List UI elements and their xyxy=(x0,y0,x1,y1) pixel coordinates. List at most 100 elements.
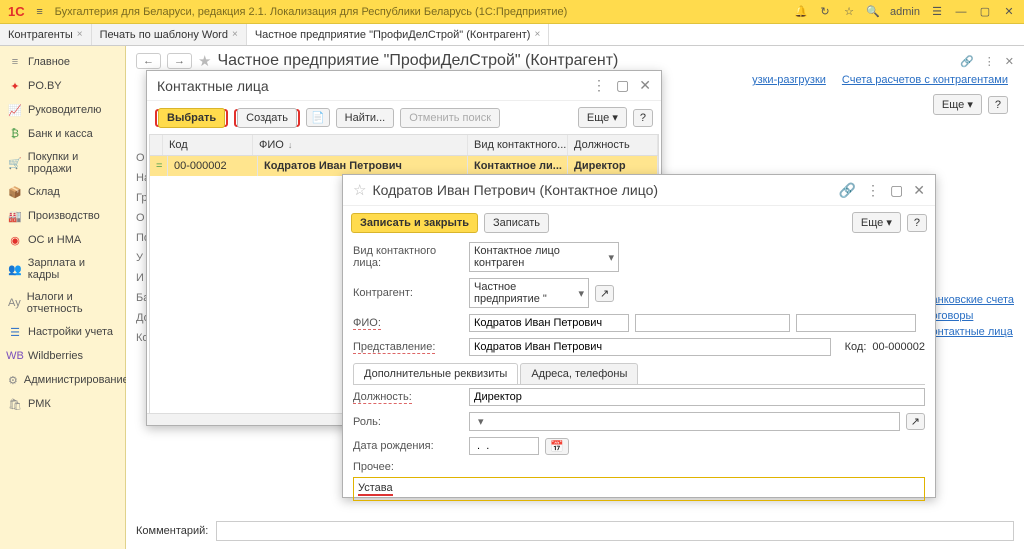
tab-counterparties[interactable]: Контрагенты× xyxy=(0,24,92,45)
sidebar-item-6[interactable]: 🏭Производство xyxy=(0,204,125,228)
more-button[interactable]: Еще ▾ xyxy=(852,212,901,233)
open-ref-button[interactable]: ↗ xyxy=(595,285,614,302)
sidebar-icon: ₿ xyxy=(8,127,22,141)
more-button[interactable]: Еще ▾ xyxy=(578,107,627,128)
link-icon[interactable]: 🔗 xyxy=(839,182,856,199)
close-icon[interactable]: ✕ xyxy=(913,182,925,199)
sidebar-item-9[interactable]: АуНалоги и отчетность xyxy=(0,286,125,320)
close-icon[interactable]: × xyxy=(534,29,540,40)
column-fio[interactable]: ФИО↓ xyxy=(253,135,468,155)
role-select[interactable] xyxy=(469,412,900,431)
create-button[interactable]: Создать xyxy=(237,108,297,128)
sidebar-item-5[interactable]: 📦Склад xyxy=(0,180,125,204)
kebab-icon[interactable]: ⋮ xyxy=(866,182,880,199)
tab-addresses[interactable]: Адреса, телефоны xyxy=(520,363,638,384)
fio-extra-input[interactable] xyxy=(635,314,790,332)
type-select[interactable]: Контактное лицо контраген xyxy=(469,242,619,272)
sidebar-icon: 📦 xyxy=(8,185,22,199)
type-label: Вид контактного лица: xyxy=(353,245,463,269)
minimize-icon[interactable]: — xyxy=(954,5,968,19)
sidebar-item-7[interactable]: ◉ОС и НМА xyxy=(0,228,125,252)
save-close-button[interactable]: Записать и закрыть xyxy=(351,213,478,233)
link-accounts[interactable]: Счета расчетов с контрагентами xyxy=(842,74,1008,86)
maximize-icon[interactable]: ▢ xyxy=(890,182,903,199)
position-input[interactable] xyxy=(469,388,925,406)
other-label: Прочее: xyxy=(353,461,463,473)
kebab-icon[interactable]: ⋮ xyxy=(984,55,995,68)
link-contact-persons[interactable]: онтактные лица xyxy=(932,326,1015,338)
star-icon[interactable]: ☆ xyxy=(842,5,856,19)
sidebar-item-1[interactable]: ✦PO.BY xyxy=(0,74,125,98)
help-button[interactable]: ? xyxy=(907,214,927,232)
fio-input[interactable] xyxy=(469,314,629,332)
tab-word-template[interactable]: Печать по шаблону Word× xyxy=(92,24,247,45)
search-icon[interactable]: 🔍 xyxy=(866,5,880,19)
history-icon[interactable]: ↻ xyxy=(818,5,832,19)
close-icon[interactable]: × xyxy=(232,29,238,40)
kebab-icon[interactable]: ⋮ xyxy=(592,77,606,94)
window-title: Контактные лица xyxy=(157,78,269,94)
sidebar-icon: Ау xyxy=(8,296,21,310)
save-button[interactable]: Записать xyxy=(484,213,549,233)
calendar-icon[interactable]: 📅 xyxy=(545,438,569,455)
sidebar-item-11[interactable]: WBWildberries xyxy=(0,344,125,368)
fio-label: ФИО: xyxy=(353,317,463,330)
maximize-icon[interactable]: ▢ xyxy=(616,77,629,94)
open-ref-button[interactable]: ↗ xyxy=(906,413,925,430)
select-button[interactable]: Выбрать xyxy=(158,108,225,128)
sidebar-icon: 🛍 xyxy=(8,397,22,411)
sidebar-icon: 🏭 xyxy=(8,209,22,223)
sidebar-item-2[interactable]: 📈Руководителю xyxy=(0,98,125,122)
more-button[interactable]: Еще ▾ xyxy=(933,94,982,115)
close-icon[interactable]: ✕ xyxy=(1002,5,1016,19)
sidebar-item-8[interactable]: 👥Зарплата и кадры xyxy=(0,252,125,286)
find-button[interactable]: Найти... xyxy=(336,108,395,128)
help-button[interactable]: ? xyxy=(988,96,1008,114)
sidebar-item-0[interactable]: ≡Главное xyxy=(0,50,125,74)
menu-icon[interactable]: ≡ xyxy=(33,5,47,19)
column-code[interactable]: Код xyxy=(163,135,253,155)
close-icon[interactable]: × xyxy=(77,29,83,40)
position-label: Должность: xyxy=(353,391,463,404)
sidebar-item-3[interactable]: ₿Банк и касса xyxy=(0,122,125,146)
maximize-icon[interactable]: ▢ xyxy=(978,5,992,19)
titlebar: 1C ≡ Бухгалтерия для Беларуси, редакция … xyxy=(0,0,1024,24)
close-icon[interactable]: ✕ xyxy=(1005,55,1014,68)
counterparty-label: Контрагент: xyxy=(353,287,463,299)
column-type[interactable]: Вид контактного... xyxy=(468,135,568,155)
link-contracts[interactable]: оговоры xyxy=(932,310,1015,322)
birth-input[interactable] xyxy=(469,437,539,455)
bell-icon[interactable]: 🔔 xyxy=(794,5,808,19)
nav-fwd-button[interactable]: → xyxy=(167,53,192,69)
sidebar-item-10[interactable]: ☰Настройки учета xyxy=(0,320,125,344)
tab-extra-props[interactable]: Дополнительные реквизиты xyxy=(353,363,518,384)
favorite-star-icon[interactable]: ☆ xyxy=(353,181,366,199)
copy-button[interactable]: 📄 xyxy=(306,108,330,127)
fio-extra2-input[interactable] xyxy=(796,314,916,332)
link-bank-accounts[interactable]: анковские счета xyxy=(932,294,1015,306)
nav-back-button[interactable]: ← xyxy=(136,53,161,69)
link-loading[interactable]: узки-разгрузки xyxy=(752,74,826,86)
settings-icon[interactable]: ☰ xyxy=(930,5,944,19)
main-content: ← → ★ Частное предприятие "ПрофиДелСтрой… xyxy=(126,46,1024,549)
column-position[interactable]: Должность xyxy=(568,135,658,155)
sidebar-item-13[interactable]: 🛍РМК xyxy=(0,392,125,416)
link-icon[interactable]: 🔗 xyxy=(960,55,974,68)
sidebar-item-12[interactable]: ⚙Администрирование xyxy=(0,368,125,392)
comment-input[interactable] xyxy=(216,521,1014,541)
representation-input[interactable] xyxy=(469,338,831,356)
sidebar-icon: ≡ xyxy=(8,55,22,69)
sidebar-icon: ☰ xyxy=(8,325,22,339)
counterparty-select[interactable]: Частное предприятие " xyxy=(469,278,589,308)
table-row[interactable]: = 00-000002 Кодратов Иван Петрович Конта… xyxy=(150,156,658,176)
close-icon[interactable]: ✕ xyxy=(639,77,651,94)
user-label[interactable]: admin xyxy=(890,6,920,18)
help-button[interactable]: ? xyxy=(633,109,653,127)
cancel-find-button[interactable]: Отменить поиск xyxy=(400,108,500,128)
sidebar-item-4[interactable]: 🛒Покупки и продажи xyxy=(0,146,125,180)
detail-tabs: Дополнительные реквизиты Адреса, телефон… xyxy=(353,363,925,385)
tab-counterparty-form[interactable]: Частное предприятие "ПрофиДелСтрой" (Кон… xyxy=(247,24,549,45)
sidebar-icon: 📈 xyxy=(8,103,22,117)
other-textarea[interactable]: Устава xyxy=(353,477,925,501)
favorite-star-icon[interactable]: ★ xyxy=(198,52,211,70)
